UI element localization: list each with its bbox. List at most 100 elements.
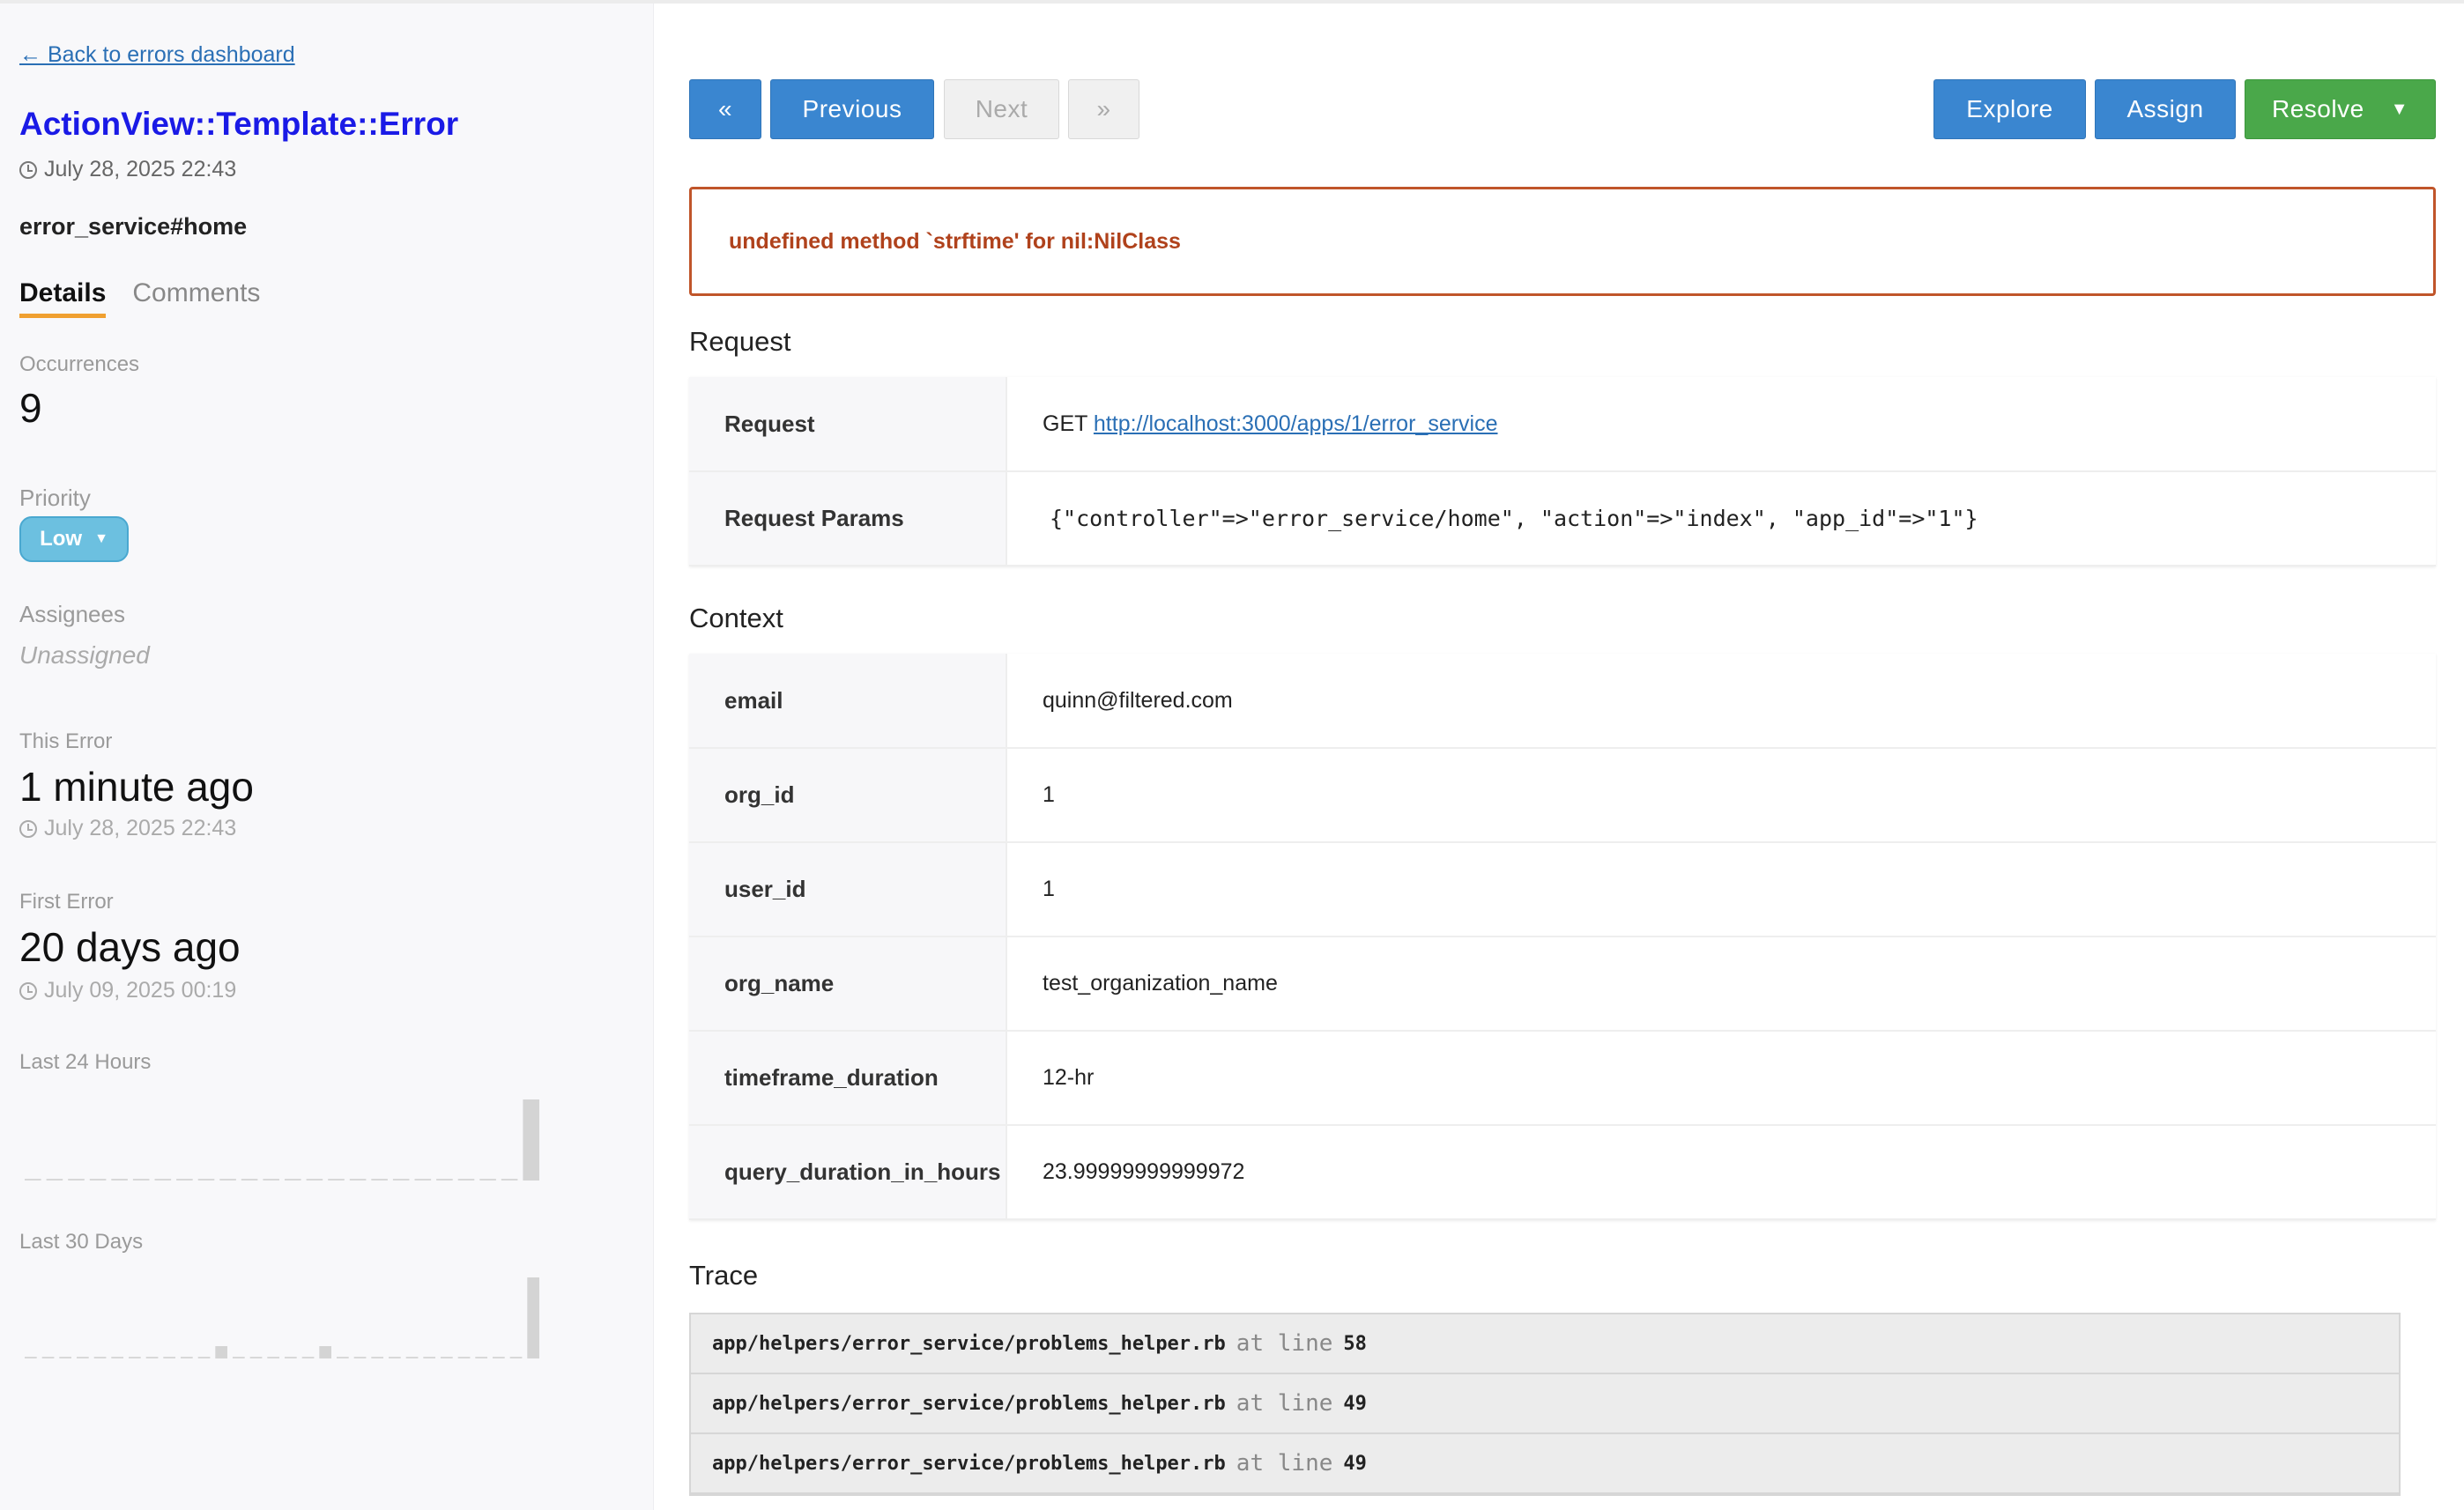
- request-method: GET: [1043, 411, 1087, 436]
- spark-bar-empty: [337, 1357, 349, 1358]
- trace-line-number: 49: [1343, 1452, 1367, 1475]
- spark-bar-empty: [306, 1179, 323, 1181]
- request-value: GET http://localhost:3000/apps/1/error_s…: [1006, 377, 2436, 472]
- first-error-timestamp-text: July 09, 2025 00:19: [44, 978, 237, 1003]
- assignees-value: Unassigned: [19, 641, 150, 669]
- error-timestamp: July 28, 2025 22:43: [19, 157, 236, 182]
- spark-bar-empty: [371, 1357, 383, 1358]
- previous-button[interactable]: Previous: [770, 79, 934, 139]
- spark-bar-empty: [509, 1357, 523, 1358]
- context-value: quinn@filtered.com: [1006, 654, 2436, 749]
- assign-button[interactable]: Assign: [2095, 79, 2236, 139]
- last-24-hours-chart: [25, 1096, 545, 1184]
- spark-bar-empty: [93, 1357, 107, 1358]
- trace-file: app/helpers/error_service/problems_helpe…: [712, 1452, 1226, 1475]
- tab-comments[interactable]: Comments: [132, 278, 260, 318]
- clock-icon: [19, 160, 37, 179]
- resolve-button-label: Resolve: [2272, 95, 2364, 122]
- spark-bar-empty: [145, 1357, 159, 1358]
- request-key: Request: [689, 377, 1007, 472]
- trace-heading: Trace: [689, 1260, 759, 1291]
- spark-bar-empty: [423, 1357, 435, 1358]
- explore-button[interactable]: Explore: [1933, 79, 2086, 139]
- spark-bar-empty: [353, 1357, 367, 1358]
- spark-bar-empty: [441, 1357, 453, 1358]
- trace-row[interactable]: app/helpers/error_service/problems_helpe…: [691, 1374, 2399, 1434]
- spark-bar: [215, 1346, 227, 1358]
- trace-line-number: 49: [1343, 1392, 1367, 1415]
- trace-row[interactable]: app/helpers/error_service/problems_helpe…: [691, 1434, 2399, 1494]
- error-class-title: ActionView::Template::Error: [19, 106, 459, 142]
- context-value: 23.99999999999972: [1006, 1125, 2436, 1220]
- request-table: Request GET http://localhost:3000/apps/1…: [689, 377, 2436, 566]
- this-error-timestamp: July 28, 2025 22:43: [19, 816, 236, 841]
- spark-bar-empty: [25, 1179, 41, 1181]
- this-error-label: This Error: [19, 729, 113, 753]
- first-error-label: First Error: [19, 890, 114, 914]
- table-row: query_duration_in_hours 23.99999999999972: [689, 1125, 2436, 1220]
- context-heading: Context: [689, 603, 783, 633]
- spark-bar-empty: [479, 1179, 496, 1181]
- resolve-button[interactable]: Resolve ▼: [2245, 79, 2436, 139]
- clock-icon: [19, 819, 37, 838]
- clock-icon: [19, 981, 37, 1000]
- spark-bar-empty: [475, 1357, 487, 1358]
- spark-bar: [527, 1277, 539, 1358]
- table-row: timeframe_duration 12-hr: [689, 1031, 2436, 1126]
- first-error-relative-time: 20 days ago: [19, 924, 241, 970]
- spark-bar-empty: [267, 1357, 279, 1358]
- priority-label: Priority: [19, 485, 91, 511]
- error-message-text: undefined method `strftime' for nil:NilC…: [729, 228, 1181, 254]
- table-row: email quinn@filtered.com: [689, 654, 2436, 749]
- context-key: user_id: [689, 842, 1007, 937]
- table-row: Request Params {"controller"=>"error_ser…: [689, 471, 2436, 566]
- route-label: error_service#home: [19, 213, 248, 240]
- context-value: 12-hr: [1006, 1031, 2436, 1126]
- spark-bar-empty: [233, 1357, 245, 1358]
- trace-row[interactable]: app/helpers/error_service/problems_helpe…: [691, 1314, 2399, 1374]
- error-message-box: undefined method `strftime' for nil:NilC…: [689, 187, 2436, 296]
- spark-bar-empty: [285, 1357, 297, 1358]
- spark-bar-empty: [77, 1357, 89, 1358]
- table-row: Request GET http://localhost:3000/apps/1…: [689, 377, 2436, 472]
- request-heading: Request: [689, 326, 791, 357]
- sidebar: ← Back to errors dashboard ActionView::T…: [0, 4, 654, 1510]
- trace-at-line: at line: [1236, 1450, 1333, 1477]
- next-button[interactable]: Next: [944, 79, 1059, 139]
- last-30-days-chart: [25, 1274, 545, 1362]
- this-error-timestamp-text: July 28, 2025 22:43: [44, 816, 237, 840]
- spark-bar-empty: [414, 1179, 432, 1181]
- error-timestamp-text: July 28, 2025 22:43: [44, 157, 237, 181]
- spark-bar-empty: [493, 1357, 505, 1358]
- spark-bar-empty: [41, 1357, 55, 1358]
- spark-bar-empty: [436, 1179, 453, 1181]
- spark-bar-empty: [349, 1179, 367, 1181]
- spark-bar-empty: [263, 1179, 279, 1181]
- spark-bar-empty: [249, 1357, 263, 1358]
- priority-dropdown[interactable]: Low ▼: [19, 516, 129, 562]
- spark-bar: [319, 1346, 331, 1358]
- request-url-link[interactable]: http://localhost:3000/apps/1/error_servi…: [1094, 411, 1498, 436]
- spark-bar-empty: [241, 1179, 258, 1181]
- context-key: org_name: [689, 936, 1007, 1032]
- spark-bar-empty: [129, 1357, 141, 1358]
- last-page-button[interactable]: »: [1068, 79, 1139, 139]
- spark-bar-empty: [501, 1179, 518, 1181]
- spark-bar-empty: [285, 1179, 301, 1181]
- spark-bar-empty: [405, 1357, 419, 1358]
- back-to-dashboard-link[interactable]: ← Back to errors dashboard: [19, 42, 295, 68]
- chevron-down-icon: ▼: [94, 531, 108, 546]
- tab-details[interactable]: Details: [19, 278, 107, 318]
- trace-at-line: at line: [1236, 1390, 1333, 1417]
- first-page-button[interactable]: «: [689, 79, 761, 139]
- trace-file: app/helpers/error_service/problems_helpe…: [712, 1392, 1226, 1415]
- assignees-label: Assignees: [19, 601, 125, 627]
- trace-at-line: at line: [1236, 1330, 1333, 1357]
- trace-list: app/helpers/error_service/problems_helpe…: [689, 1313, 2401, 1496]
- table-row: user_id 1: [689, 842, 2436, 937]
- spark-bar-empty: [176, 1179, 193, 1181]
- spark-bar-empty: [132, 1179, 150, 1181]
- occurrences-label: Occurrences: [19, 352, 140, 376]
- spark-bar-empty: [371, 1179, 388, 1181]
- first-error-timestamp: July 09, 2025 00:19: [19, 978, 236, 1003]
